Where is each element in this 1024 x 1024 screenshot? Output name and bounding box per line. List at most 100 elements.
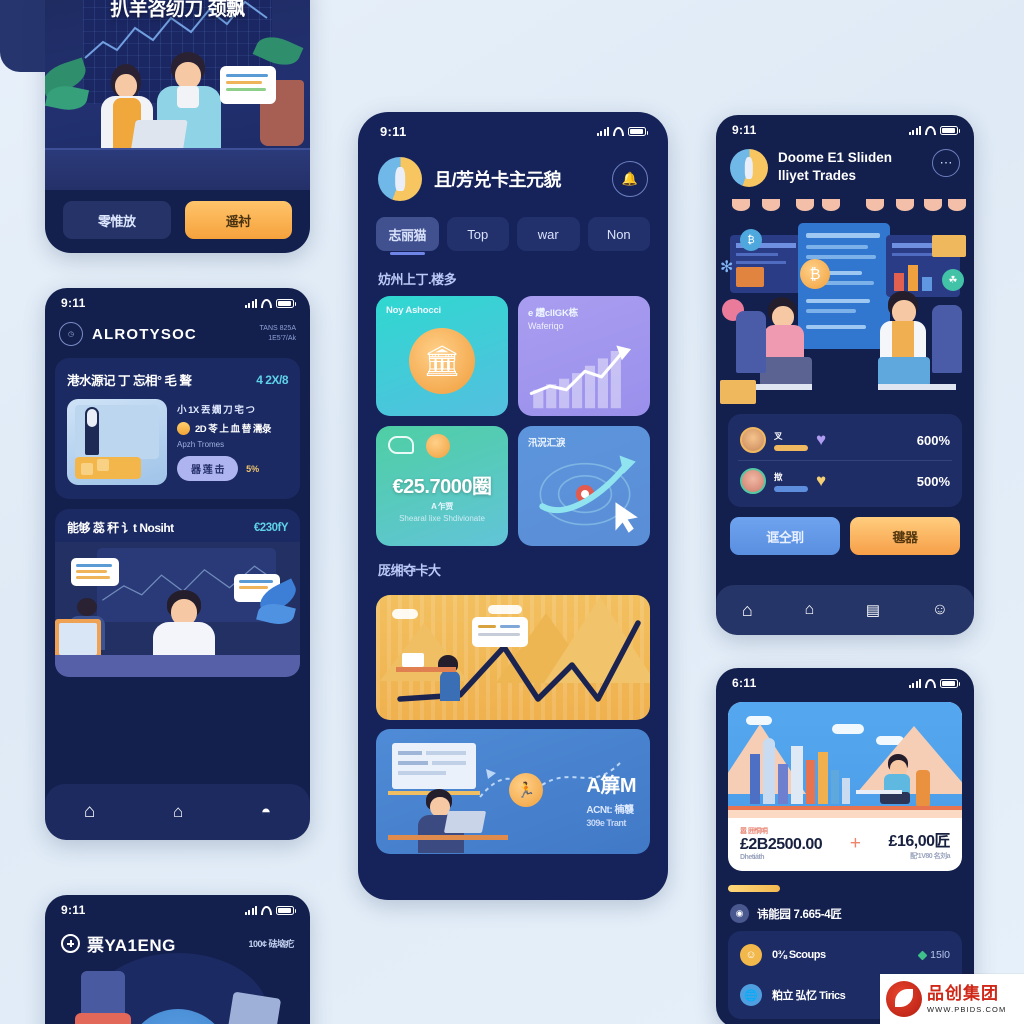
signal-icon <box>908 678 921 688</box>
globe-icon: 🌐 <box>740 984 762 1006</box>
person-at-desk-banner <box>428 655 472 717</box>
stat-avatar-1 <box>740 468 766 494</box>
banner-analytics[interactable]: 🏃 A箳M ACNt: 楠襲 309e Trant <box>376 729 650 854</box>
yellow-heart-icon[interactable]: ♥ <box>816 471 826 491</box>
summary-section-title: 讳能园 7.665-4匠 <box>757 908 842 921</box>
framed-poster <box>55 619 101 659</box>
tab-2[interactable]: war <box>517 217 580 251</box>
store-icon[interactable]: ⌂ <box>804 601 814 619</box>
card2-illustration <box>55 542 300 677</box>
hero-primary-button[interactable]: 遥衬 <box>184 201 292 239</box>
coin-stack-icon: ◉ <box>730 904 749 923</box>
bell-icon[interactable]: 🔔 <box>612 161 648 197</box>
desk-summary <box>856 790 902 794</box>
phone-account-screen: 9:11 ◷ ALROTYSOC TANS 825A 1E5'7/Ak 港水源记… <box>45 288 310 840</box>
feature-card-amount[interactable]: €25.7000圈 A 乍贾 Shearal lixe Shdivionate <box>376 426 508 546</box>
account-brand: ALROTYSOC <box>92 325 197 343</box>
bitcoin-badge-icon: ₿ <box>800 259 830 289</box>
stat-row-0[interactable]: 叉 ♥ 600% <box>738 420 952 460</box>
notification-icon[interactable]: ◓ <box>261 802 271 822</box>
signal-icon <box>244 905 257 915</box>
tab-0[interactable]: 志丽猫 <box>376 217 439 255</box>
card2-header: 能够 蕊 秆 讠t Nosiht €230fY <box>55 509 300 542</box>
amount-right-value: £16,00匠 <box>888 832 951 850</box>
list-item-label: 0⅜ Scoups <box>772 949 826 961</box>
wallet-illustration: 💰 <box>45 947 310 1024</box>
card-meta: 小 1X 丟 嫺 刀 宅 つ 2D 苓 上 血 替 濡彔 Apzh Tromes… <box>177 399 288 485</box>
badge-tr-icon: ☘ <box>942 269 964 291</box>
trades-secondary-button[interactable]: 诓仝刵 <box>730 517 840 555</box>
hero-title: 扒羊咨纫刀 颈飘 <box>110 0 245 20</box>
watermark-url: WWW.PBIDS.COM <box>927 1004 1007 1014</box>
banner-mountain-chart[interactable] <box>376 595 650 720</box>
summary-amounts: 嚣 囲恫哃 £2B2500.00 Dhetiáth + £16,00匠 配'1V… <box>728 818 962 871</box>
stat-name-0: 叉 <box>774 430 783 441</box>
list-icon[interactable]: ▤ <box>866 601 880 619</box>
battery-icon <box>276 905 296 915</box>
account-secondary-card[interactable]: 能够 蕊 秆 讠t Nosiht €230fY <box>55 509 300 677</box>
gem-icon <box>917 950 928 960</box>
store-icon[interactable]: ⌂ <box>173 802 183 822</box>
trades-title-line1: Doome E1 Sliıden <box>778 150 893 165</box>
avatar[interactable] <box>378 157 422 201</box>
trades-header: Doome E1 Sliıden lliyet Trades ⋯ <box>716 139 974 193</box>
amount-left-value: £2B2500.00 <box>740 836 823 853</box>
target-cursor-icon <box>539 455 638 533</box>
watermark-brand: 品创集团 <box>927 983 999 1003</box>
list-item-label: 粕立 弘忆 Tirics <box>772 990 846 1002</box>
person-seated-summary <box>880 754 920 806</box>
feature-card-growth[interactable]: e 趱cllGK栋 Waferiqo <box>518 296 650 416</box>
smiley-coin-icon: ☺ <box>740 944 762 966</box>
avatar[interactable] <box>730 149 768 187</box>
summary-amount-left: 嚣 囲恫哃 £2B2500.00 Dhetiáth <box>740 826 823 861</box>
status-bar: 6:11 <box>716 668 974 692</box>
status-bar: 9:11 <box>358 112 668 143</box>
signal-icon <box>908 125 921 135</box>
meta-title: 小 1X 丟 嫺 刀 宅 つ <box>177 405 255 416</box>
watermark-text: 品创集团 WWW.PBIDS.COM <box>927 985 1006 1014</box>
desk-surface <box>45 148 310 190</box>
card-thumbnail <box>67 399 167 485</box>
ellipsis-icon[interactable]: ⋯ <box>932 149 960 177</box>
coin-runner-icon: 🏃 <box>509 773 543 807</box>
account-primary-card[interactable]: 港水源记 丁 忘相° 毛 聱 4 2X/8 小 1X 丟 嫺 刀 宅 つ 2D … <box>55 358 300 499</box>
phone-wallet-screen: 9:11 票YA1ENG 100¢ 砝垴疕 💰 <box>45 895 310 1024</box>
status-time: 9:11 <box>380 124 407 139</box>
list-item[interactable]: ☺ 0⅜ Scoups 15l0 <box>728 935 962 975</box>
list-item-value: 15l0 <box>930 949 950 961</box>
trades-button-row: 诓仝刵 毽器 <box>716 507 974 555</box>
feature-card-bank[interactable]: Noy Ashocci 🏛 <box>376 296 508 416</box>
banner-line2: ACNt: 楠襲 <box>586 805 634 816</box>
status-icons <box>908 678 960 688</box>
home-icon[interactable]: ⌂ <box>742 600 753 621</box>
chat-bubble-banner <box>472 617 528 647</box>
home-icon[interactable]: ⌂ <box>84 801 95 823</box>
section-title-1: 妨州上丁.楼多 <box>378 272 457 287</box>
wifi-icon <box>925 678 936 688</box>
purple-heart-icon[interactable]: ♥ <box>816 430 826 450</box>
card-amount-label: A 乍贾 <box>431 502 453 511</box>
feature-card-target[interactable]: 汛況汇淚 <box>518 426 650 546</box>
tab-1[interactable]: Top <box>446 217 509 251</box>
profile-icon[interactable]: ☺ <box>932 601 948 619</box>
trades-title-line2: lliyet Trades <box>778 168 857 184</box>
card-action-pill[interactable]: 器 莲 击 <box>177 456 239 481</box>
trades-primary-button[interactable]: 毽器 <box>850 517 960 555</box>
coin-badge-icon <box>426 434 450 458</box>
status-icons <box>244 905 296 915</box>
chat-coin-icon <box>388 436 414 454</box>
battery-icon <box>628 127 648 136</box>
summary-card[interactable]: 嚣 囲恫哃 £2B2500.00 Dhetiáth + £16,00匠 配'1V… <box>728 702 962 871</box>
stat-name-1: 揿 <box>774 471 783 482</box>
summary-illustration <box>728 702 962 818</box>
stat-row-1[interactable]: 揿 ♥ 500% <box>738 460 952 501</box>
watermark-logo-icon <box>886 981 922 1017</box>
badge-tl-icon: ₿ <box>740 229 762 251</box>
card-growth-title: e 趱cllGK栋 <box>528 308 578 319</box>
meta-sub: Apzh Tromes <box>177 440 225 449</box>
banner-line3: 309e Trant <box>586 818 626 828</box>
tab-3[interactable]: Non <box>587 217 650 251</box>
page-title: 且/芳兑卡主元貌 <box>434 170 562 190</box>
hero-secondary-button[interactable]: 零惟放 <box>63 201 171 239</box>
amount-left-sub: Dhetiáth <box>740 854 765 861</box>
